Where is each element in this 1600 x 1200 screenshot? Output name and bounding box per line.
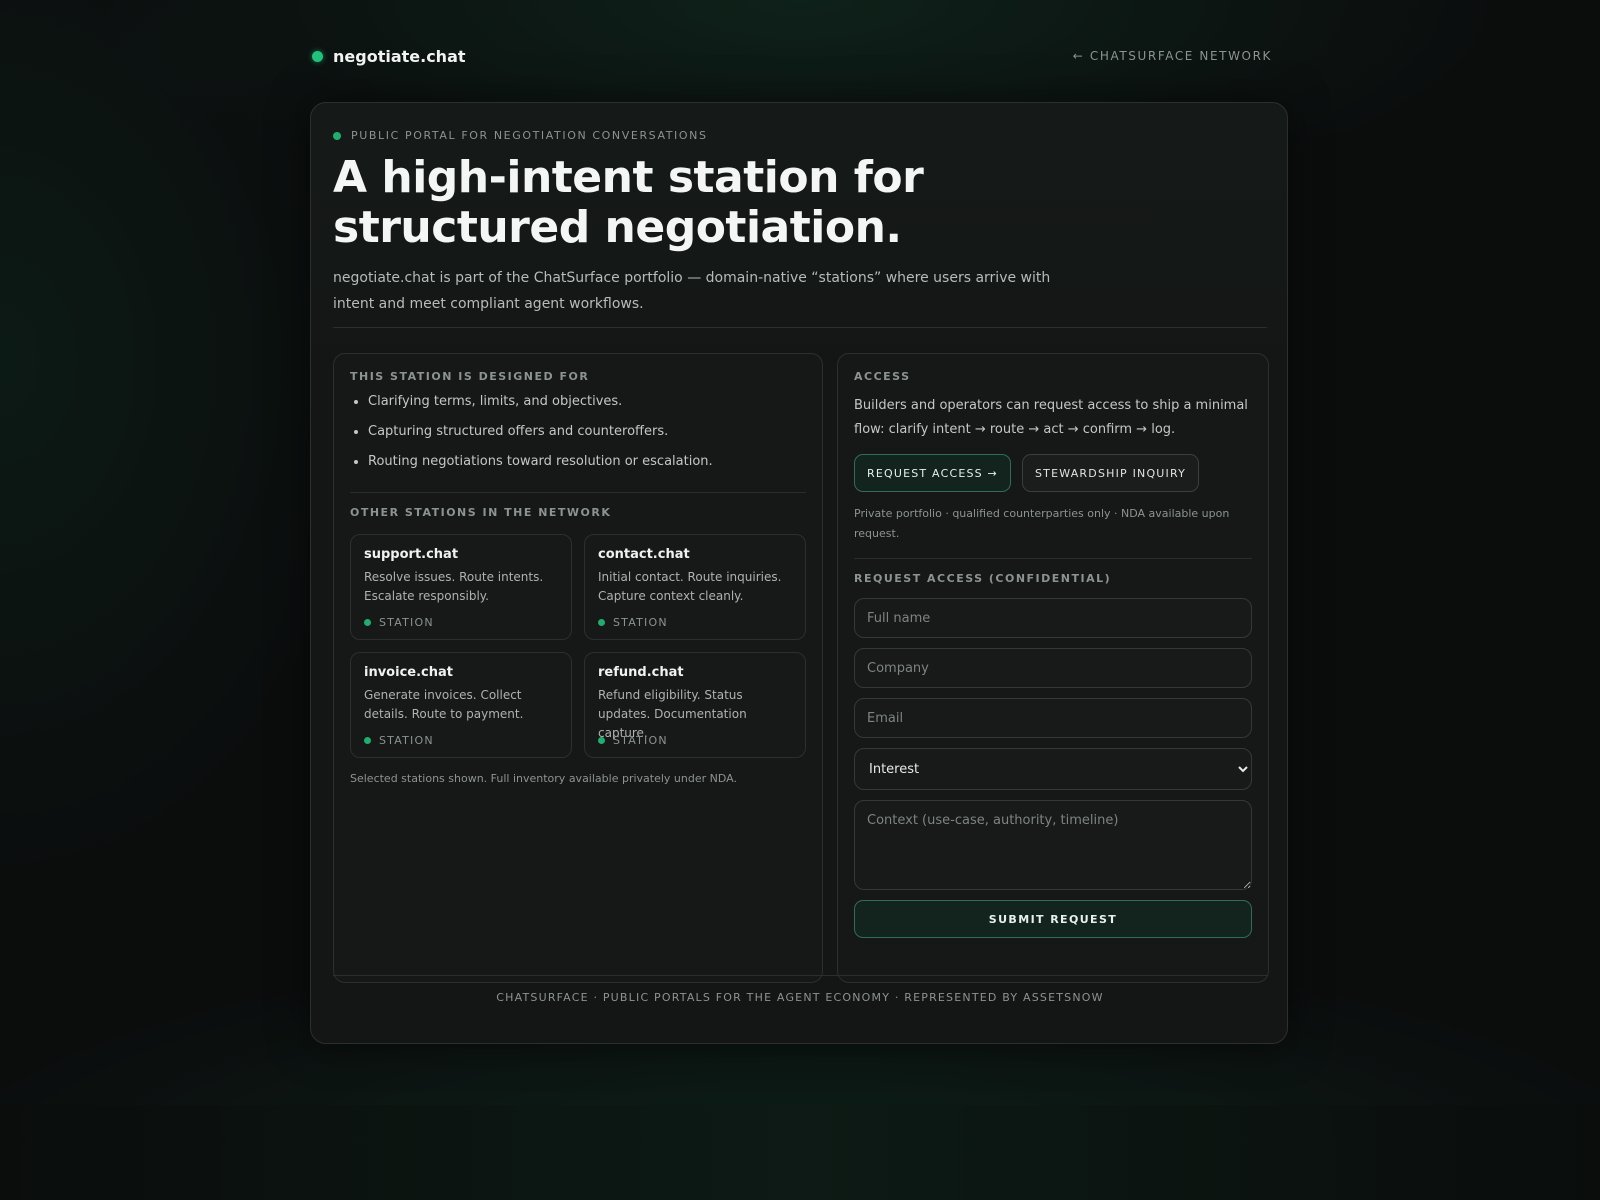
station-card-contact[interactable]: contact.chat Initial contact. Route inqu…	[584, 534, 806, 640]
form-label: REQUEST ACCESS (CONFIDENTIAL)	[854, 572, 1112, 585]
access-panel: ACCESS Builders and operators can reques…	[837, 353, 1269, 983]
designed-for-label: THIS STATION IS DESIGNED FOR	[350, 370, 590, 383]
station-tag: STATION	[364, 616, 559, 629]
hero-divider	[333, 327, 1267, 328]
footer-text: CHATSURFACE · PUBLIC PORTALS FOR THE AGE…	[496, 991, 1104, 1004]
station-dot-icon	[364, 619, 371, 626]
request-access-button[interactable]: REQUEST ACCESS →	[854, 454, 1011, 492]
stewardship-inquiry-button[interactable]: STEWARDSHIP INQUIRY	[1021, 454, 1200, 492]
list-item: Clarifying terms, limits, and objectives…	[368, 394, 808, 410]
station-tag: STATION	[364, 734, 559, 747]
eyebrow-text: PUBLIC PORTAL FOR NEGOTIATION CONVERSATI…	[351, 129, 708, 142]
status-dot-icon	[312, 50, 323, 62]
panel-divider	[350, 492, 806, 493]
station-description: Refund eligibility. Status updates. Docu…	[598, 688, 747, 740]
station-info-panel: THIS STATION IS DESIGNED FOR Clarifying …	[333, 353, 823, 983]
access-fine-print: Private portfolio · qualified counterpar…	[854, 507, 1230, 540]
station-description: Generate invoices. Collect details. Rout…	[364, 688, 524, 721]
station-dot-icon	[598, 737, 605, 744]
station-dot-icon	[364, 737, 371, 744]
station-tag-label: STATION	[613, 616, 668, 629]
submit-request-button[interactable]: SUBMIT REQUEST	[854, 900, 1252, 938]
list-item: Routing negotiations toward resolution o…	[368, 454, 808, 470]
access-divider	[854, 558, 1252, 559]
station-tag-label: STATION	[379, 616, 434, 629]
top-bar: negotiate.chat ← CHATSURFACE NETWORK	[312, 44, 1272, 68]
station-description: Initial contact. Route inquiries. Captur…	[598, 570, 782, 603]
station-card-support[interactable]: support.chat Resolve issues. Route inten…	[350, 534, 572, 640]
access-description: Builders and operators can request acces…	[854, 398, 1248, 437]
station-tag-label: STATION	[379, 734, 434, 747]
station-grid: support.chat Resolve issues. Route inten…	[350, 534, 806, 758]
inventory-note: Selected stations shown. Full inventory …	[350, 772, 737, 785]
company-input[interactable]	[854, 648, 1252, 688]
eyebrow: PUBLIC PORTAL FOR NEGOTIATION CONVERSATI…	[333, 129, 708, 142]
designed-for-list: Clarifying terms, limits, and objectives…	[350, 394, 808, 484]
station-card-refund[interactable]: refund.chat Refund eligibility. Status u…	[584, 652, 806, 758]
footer-divider	[333, 975, 1267, 976]
bottom-band	[0, 1105, 1600, 1200]
station-name: contact.chat	[598, 547, 690, 562]
station-dot-icon	[598, 619, 605, 626]
brand-name[interactable]: negotiate.chat	[333, 47, 466, 66]
page-title: A high-intent station for structured neg…	[333, 152, 924, 253]
context-textarea[interactable]	[854, 800, 1252, 890]
brand[interactable]: negotiate.chat	[312, 47, 466, 66]
station-card-invoice[interactable]: invoice.chat Generate invoices. Collect …	[350, 652, 572, 758]
station-description: Resolve issues. Route intents. Escalate …	[364, 570, 544, 603]
station-name: support.chat	[364, 547, 459, 562]
list-item: Capturing structured offers and countero…	[368, 424, 808, 440]
hero-description: negotiate.chat is part of the ChatSurfac…	[333, 270, 1051, 312]
email-input[interactable]	[854, 698, 1252, 738]
station-tag: STATION	[598, 616, 793, 629]
eyebrow-dot-icon	[333, 131, 341, 140]
station-name: invoice.chat	[364, 665, 453, 680]
full-name-input[interactable]	[854, 598, 1252, 638]
station-tag: STATION	[598, 734, 793, 747]
network-label: OTHER STATIONS IN THE NETWORK	[350, 506, 612, 519]
access-label: ACCESS	[854, 370, 911, 383]
station-tag-label: STATION	[613, 734, 668, 747]
main-card: PUBLIC PORTAL FOR NEGOTIATION CONVERSATI…	[310, 102, 1288, 1044]
access-button-row: REQUEST ACCESS → STEWARDSHIP INQUIRY	[854, 454, 1200, 492]
station-name: refund.chat	[598, 665, 684, 680]
interest-select[interactable]: Interest	[854, 748, 1252, 790]
back-to-network-link[interactable]: ← CHATSURFACE NETWORK	[1073, 49, 1272, 63]
